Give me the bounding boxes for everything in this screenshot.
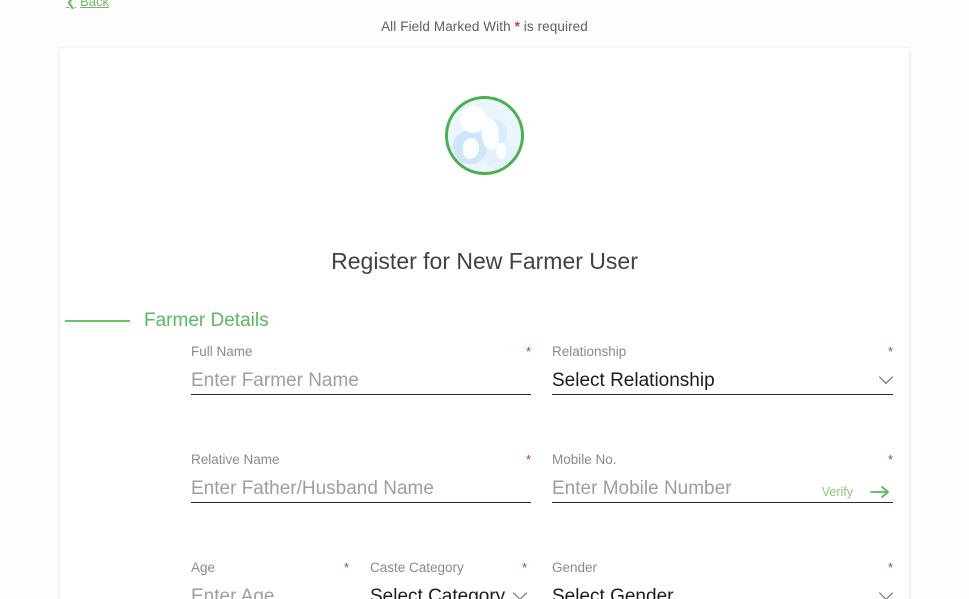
caste-label: Caste Category <box>370 560 464 575</box>
mobile-control[interactable]: Verify <box>552 475 893 503</box>
registration-page: ❮ Back All Field Marked With * is requir… <box>0 0 969 599</box>
form-row-1: Full Name * Relationship * Select Relati… <box>60 344 909 452</box>
relationship-required-marker: * <box>887 344 893 359</box>
logo-container <box>60 96 909 175</box>
mobile-label: Mobile No. <box>552 452 617 467</box>
gender-label: Gender <box>552 560 598 575</box>
field-caste-category: Caste Category * Select Category <box>370 560 528 599</box>
age-input[interactable] <box>191 583 349 599</box>
back-link-label: Back <box>80 0 109 9</box>
relative-name-input[interactable] <box>191 475 531 502</box>
form-row-2: Relative Name * Mobile No. * Verify <box>60 452 909 560</box>
gender-required-marker: * <box>887 560 893 575</box>
registration-card: Register for New Farmer User Farmer Deta… <box>60 48 909 599</box>
globe-landmass-1 <box>466 110 479 133</box>
field-gender: Gender * Select Gender <box>552 560 894 599</box>
globe-landmass-3 <box>462 138 479 159</box>
relative-name-label: Relative Name <box>191 452 280 467</box>
mobile-required-marker: * <box>887 452 893 467</box>
farmer-details-form: Full Name * Relationship * Select Relati… <box>60 344 909 599</box>
back-link[interactable]: ❮ Back <box>66 0 109 9</box>
required-notice-prefix: All Field Marked With <box>381 19 515 34</box>
gender-selected-value: Select Gender <box>552 586 674 599</box>
caste-required-marker: * <box>521 560 527 575</box>
field-full-name: Full Name * <box>191 344 531 395</box>
arrow-right-icon[interactable] <box>869 482 891 502</box>
relationship-select[interactable]: Select Relationship <box>552 367 894 395</box>
full-name-input[interactable] <box>191 367 531 394</box>
mobile-label-line: Mobile No. * <box>552 452 893 469</box>
required-notice-suffix: is required <box>519 19 588 34</box>
relationship-label-line: Relationship * <box>552 344 893 361</box>
field-relationship: Relationship * Select Relationship <box>552 344 894 395</box>
field-mobile-no: Mobile No. * Verify <box>552 452 893 503</box>
globe-landmass-4 <box>496 142 507 159</box>
relative-name-label-line: Relative Name * <box>191 452 531 469</box>
verify-mobile-button[interactable]: Verify <box>822 485 853 499</box>
gender-label-line: Gender * <box>552 560 893 577</box>
section-header: Farmer Details <box>65 310 269 332</box>
relative-name-control[interactable] <box>191 475 531 503</box>
caste-label-line: Caste Category * <box>370 560 527 577</box>
age-label: Age <box>191 560 216 575</box>
caste-selected-value: Select Category <box>370 586 506 599</box>
full-name-label-line: Full Name * <box>191 344 531 361</box>
section-title: Farmer Details <box>144 310 269 331</box>
age-required-marker: * <box>343 560 349 575</box>
relationship-selected-value: Select Relationship <box>552 370 715 391</box>
relationship-label: Relationship <box>552 344 627 359</box>
age-control[interactable] <box>191 583 349 599</box>
required-fields-notice: All Field Marked With * is required <box>0 19 969 34</box>
chevron-left-icon: ❮ <box>66 0 77 9</box>
caste-category-select[interactable]: Select Category <box>370 583 528 599</box>
gender-select[interactable]: Select Gender <box>552 583 894 599</box>
full-name-label: Full Name <box>191 344 253 359</box>
section-accent-rule <box>65 320 130 322</box>
age-label-line: Age * <box>191 560 349 577</box>
page-title: Register for New Farmer User <box>331 248 638 274</box>
full-name-required-marker: * <box>525 344 531 359</box>
globe-logo-icon <box>445 96 524 175</box>
full-name-control[interactable] <box>191 367 531 395</box>
field-relative-name: Relative Name * <box>191 452 531 503</box>
form-row-3: Age * Caste Category * Select Category <box>60 560 909 599</box>
field-age: Age * <box>191 560 349 599</box>
relative-name-required-marker: * <box>525 452 531 467</box>
